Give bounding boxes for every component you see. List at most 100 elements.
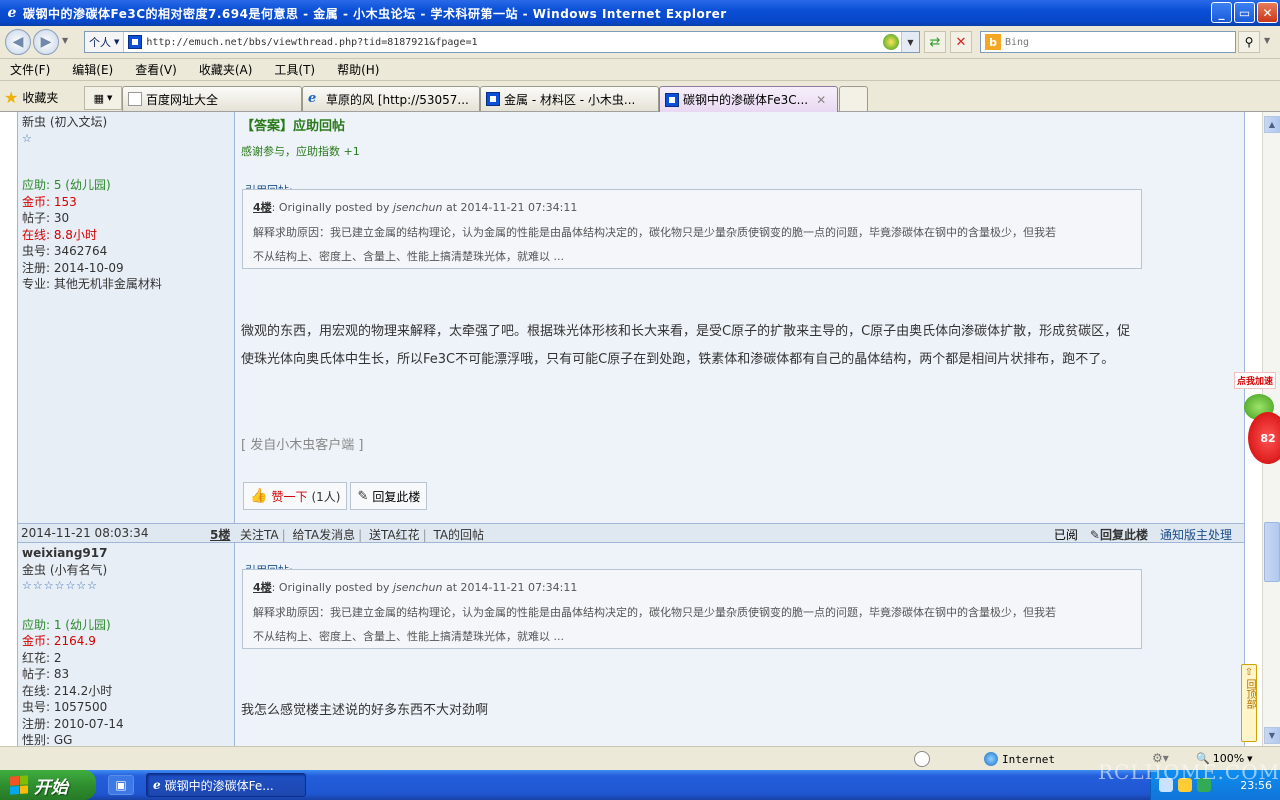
menu-favorites[interactable]: 收藏夹(A) — [193, 61, 259, 78]
menu-edit[interactable]: 编辑(E) — [66, 61, 119, 78]
menu-view[interactable]: 查看(V) — [129, 61, 183, 78]
menu-help[interactable]: 帮助(H) — [331, 61, 385, 78]
clock[interactable]: 23:56 — [1240, 779, 1272, 792]
username[interactable]: weixiang917 — [22, 545, 230, 562]
back-arrow-icon: ◀ — [12, 34, 24, 50]
user-stat: 虫号: 3462764 — [22, 244, 108, 258]
back-button[interactable]: ◀ — [5, 29, 31, 55]
floor-number[interactable]: 5楼 — [210, 526, 230, 543]
address-profile-dropdown[interactable]: 个人 ▼ — [85, 32, 125, 52]
post-floor-5: 新虫 (初入文坛) ☆ 应助: 5 (幼儿园) 金币: 153 帖子: 30 在… — [17, 112, 1245, 523]
flower-link[interactable]: 送TA红花 — [369, 528, 420, 542]
close-button[interactable]: ✕ — [1257, 2, 1278, 23]
quote-time: at 2014-11-21 07:34:11 — [442, 581, 578, 594]
user-level: 金虫 (小有名气) — [22, 562, 108, 577]
answer-title: 【答案】应助回帖 — [241, 119, 346, 134]
user-stat: 虫号: 1057500 — [22, 700, 108, 714]
user-replies-link[interactable]: TA的回帖 — [433, 528, 484, 542]
favorites-label: 收藏夹 — [22, 91, 59, 105]
scroll-thumb[interactable] — [1264, 522, 1280, 582]
tab-close-icon[interactable]: ✕ — [816, 93, 826, 107]
like-label: 赞一下 — [271, 489, 308, 504]
search-button[interactable]: ⚲ — [1238, 31, 1260, 53]
forward-button[interactable]: ▶ — [33, 29, 59, 55]
stop-icon: ✕ — [955, 34, 967, 50]
menu-tools[interactable]: 工具(T) — [268, 61, 321, 78]
minimize-button[interactable]: _ — [1211, 2, 1232, 23]
quote-time: at 2014-11-21 07:34:11 — [442, 201, 578, 214]
post-actions: 👍 赞一下 (1人) ✎ 回复此楼 — [243, 482, 428, 510]
antivirus-icon[interactable] — [1197, 778, 1211, 792]
refresh-button[interactable]: ⇄ — [924, 31, 946, 53]
edit-icon: ✎ — [357, 488, 369, 504]
edit-icon: ✎ — [1089, 528, 1100, 542]
quote-floor-link[interactable]: 4楼 — [253, 581, 272, 594]
ie-icon: e — [7, 5, 17, 21]
stop-button[interactable]: ✕ — [950, 31, 972, 53]
quote-line: 不从结构上、密度上、含量上、性能上搞清楚珠光体，就难以 ... — [253, 250, 564, 263]
user-stat: 专业: 其他无机非金属材料 — [22, 277, 162, 291]
favorites-star-icon: ★ — [4, 88, 19, 107]
history-dropdown-icon[interactable]: ▼ — [62, 36, 68, 45]
tab-caoyuan[interactable]: e 草原的风 [http://53057... — [302, 86, 480, 111]
quote-prefix: : Originally posted by — [271, 201, 393, 214]
maximize-button[interactable]: ▭ — [1234, 2, 1255, 23]
quote-line: 解释求助原因：我已建立金属的结构理论，认为金属的性能是由晶体结构决定的，碳化物只… — [253, 225, 1056, 239]
ie-icon: e — [153, 778, 161, 792]
scroll-down-button[interactable]: ▼ — [1264, 727, 1280, 744]
tab-bar: ★ 收藏夹 ▦ ▼ 百度网址大全 e 草原的风 [http://53057... … — [0, 82, 1280, 112]
follow-link[interactable]: 关注TA — [240, 528, 279, 542]
user-stars: ☆☆☆☆☆☆☆ — [22, 579, 99, 592]
baidu-icon — [128, 92, 142, 106]
user-stat: 注册: 2010-07-14 — [22, 716, 124, 731]
quote-floor-link[interactable]: 4楼 — [253, 201, 272, 214]
forward-arrow-icon: ▶ — [40, 34, 52, 50]
task-label: 碳钢中的渗碳体Fe... — [164, 778, 274, 793]
taskbar-window-ie[interactable]: e 碳钢中的渗碳体Fe... — [146, 773, 306, 797]
quick-tabs-button[interactable]: ▦ ▼ — [84, 86, 122, 110]
answer-subtitle: 感谢参与，应助指数 +1 — [241, 145, 360, 158]
start-button[interactable]: 开始 — [0, 770, 96, 800]
security-icon[interactable] — [1178, 778, 1192, 792]
quick-tabs-icon: ▦ — [93, 91, 104, 105]
menu-file[interactable]: 文件(F) — [4, 61, 56, 78]
tab-baidu[interactable]: 百度网址大全 — [122, 86, 302, 111]
user-stat: 在线: 214.2小时 — [22, 683, 113, 698]
quick-launch-button[interactable]: ▣ — [108, 775, 134, 795]
network-icon[interactable] — [1159, 778, 1173, 792]
tab-current-thread[interactable]: 碳钢中的渗碳体Fe3C... ✕ — [659, 86, 838, 112]
notify-moderator-link[interactable]: 通知版主处理 — [1160, 526, 1232, 543]
address-dropdown-icon[interactable]: ▼ — [901, 32, 919, 52]
popup-blocker-icon[interactable] — [914, 751, 930, 767]
address-bar[interactable]: 个人 ▼ http://emuch.net/bbs/viewthread.php?… — [84, 31, 920, 53]
like-button[interactable]: 👍 赞一下 (1人) — [243, 482, 348, 510]
footer-reply-link[interactable]: ✎回复此楼 — [1090, 526, 1148, 543]
zoom-control[interactable]: 🔍 100% ▼ — [1196, 752, 1253, 765]
protected-mode-icon[interactable]: ⚙▾ — [1152, 751, 1169, 765]
search-input[interactable]: b Bing — [980, 31, 1236, 53]
up-arrow-icon: ⇧ — [1244, 667, 1254, 678]
ie-icon: e — [308, 91, 317, 106]
window-title: 碳钢中的渗碳体Fe3C的相对密度7.694是何意思 - 金属 - 小木虫论坛 -… — [23, 6, 727, 21]
quote-line: 解释求助原因：我已建立金属的结构理论，认为金属的性能是由晶体结构决定的，碳化物只… — [253, 605, 1056, 619]
tab-label: 百度网址大全 — [146, 92, 219, 107]
reply-floor-button[interactable]: ✎ 回复此楼 — [350, 482, 428, 510]
new-tab-button[interactable] — [839, 86, 868, 111]
url-text[interactable]: http://emuch.net/bbs/viewthread.php?tid=… — [146, 37, 477, 48]
title-bar: e 碳钢中的渗碳体Fe3C的相对密度7.694是何意思 - 金属 - 小木虫论坛… — [0, 0, 1280, 26]
read-status: 已阅 — [1053, 528, 1078, 542]
bing-icon: b — [985, 34, 1001, 50]
quote-block: 4楼: Originally posted by jsenchun at 201… — [242, 189, 1142, 269]
globe-icon — [984, 752, 998, 766]
favorites-button[interactable]: ★ 收藏夹 — [4, 88, 58, 107]
back-to-top-button[interactable]: ⇧ 回顶部 — [1241, 664, 1257, 742]
status-bar: Internet ⚙▾ 🔍 100% ▼ — [0, 746, 1280, 770]
tab-metal-forum[interactable]: 金属 - 材料区 - 小木虫... — [480, 86, 659, 111]
site-icon — [665, 92, 679, 107]
message-link[interactable]: 给TA发消息 — [292, 528, 355, 542]
compat-view-icon[interactable] — [883, 34, 899, 50]
speedup-widget[interactable]: 点我加速 82 — [1234, 372, 1280, 472]
scroll-up-button[interactable]: ▲ — [1264, 116, 1280, 133]
search-options-icon[interactable]: ▼ — [1264, 36, 1270, 45]
taskbar: 开始 ▣ e 碳钢中的渗碳体Fe... 23:56 — [0, 770, 1280, 800]
